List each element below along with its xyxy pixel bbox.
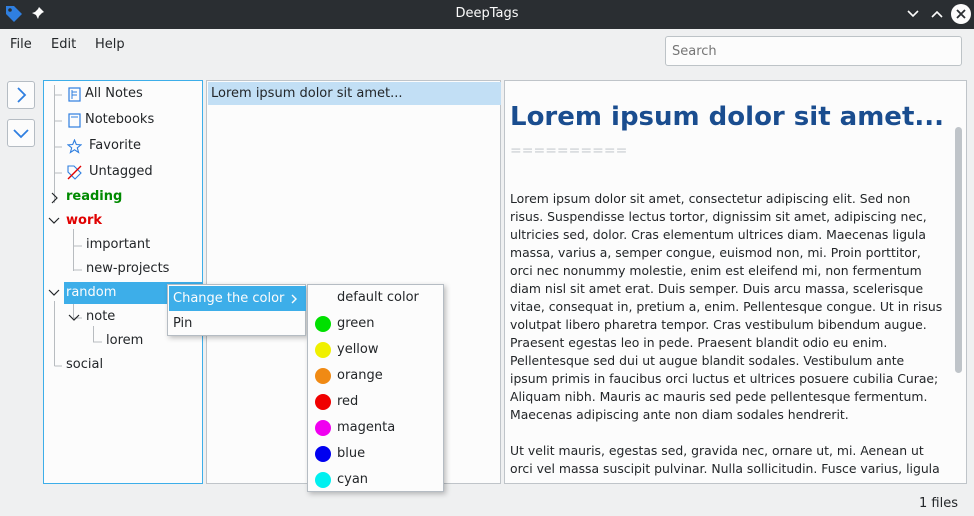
- tree-label: Untagged: [89, 164, 153, 179]
- maximize-icon[interactable]: [928, 5, 946, 23]
- status-file-count: 1 files: [919, 496, 958, 511]
- tree-label: random: [66, 285, 117, 300]
- note-paragraph: Ut velit mauris, egestas sed, gravida ne…: [510, 443, 940, 483]
- close-icon[interactable]: [951, 4, 971, 24]
- color-label: cyan: [337, 472, 369, 487]
- color-yellow-item[interactable]: yellow: [309, 337, 444, 363]
- tree-item-important[interactable]: important: [86, 234, 196, 256]
- tags-tree[interactable]: All Notes Notebooks Favorite Untagged re…: [43, 80, 203, 484]
- star-icon: [67, 139, 82, 154]
- chevron-down-icon: [13, 129, 29, 139]
- tree-item-untagged[interactable]: Untagged: [64, 161, 194, 183]
- notebook-icon: [68, 87, 81, 102]
- note-heading: Lorem ipsum dolor sit amet...: [510, 102, 945, 132]
- tree-label: work: [66, 213, 102, 228]
- tree-item-favorite[interactable]: Favorite: [64, 135, 194, 157]
- color-blue-item[interactable]: blue: [309, 441, 444, 467]
- menu-item-label: Pin: [173, 316, 193, 331]
- tree-item-social[interactable]: social: [66, 354, 196, 376]
- green-dot-icon: [315, 316, 331, 332]
- menu-help[interactable]: Help: [95, 37, 125, 52]
- chevron-right-icon: [17, 87, 27, 103]
- tree-label: lorem: [106, 333, 144, 348]
- color-green-item[interactable]: green: [309, 311, 444, 337]
- magenta-dot-icon: [315, 420, 331, 436]
- tree-label: new-projects: [86, 261, 170, 276]
- cyan-dot-icon: [315, 472, 331, 488]
- color-label: yellow: [337, 342, 379, 357]
- chevron-right-icon: [291, 294, 297, 304]
- menu-edit[interactable]: Edit: [51, 37, 76, 52]
- note-paragraph: Lorem ipsum dolor sit amet, consectetur …: [510, 191, 943, 422]
- blue-dot-icon: [315, 446, 331, 462]
- expand-all-button[interactable]: [7, 81, 35, 109]
- search-input[interactable]: [665, 36, 962, 66]
- color-label: red: [337, 394, 359, 409]
- menu-file[interactable]: File: [10, 37, 32, 52]
- color-label: magenta: [337, 420, 396, 435]
- window-title: DeepTags: [455, 6, 519, 21]
- tree-item-notebooks[interactable]: Notebooks: [64, 109, 194, 131]
- tree-label: social: [66, 357, 104, 372]
- color-label: blue: [337, 446, 366, 461]
- tree-label: Notebooks: [85, 112, 155, 127]
- color-default-item[interactable]: default color: [309, 285, 444, 311]
- tree-item-new-projects[interactable]: new-projects: [86, 258, 196, 280]
- list-item[interactable]: Lorem ipsum dolor sit amet...: [208, 82, 501, 105]
- pin-menu-item[interactable]: Pin: [169, 311, 306, 336]
- context-menu: Change the color Pin: [167, 284, 306, 336]
- title-bar: DeepTags: [0, 0, 974, 29]
- collapse-all-button[interactable]: [7, 119, 35, 147]
- viewer-scrollbar[interactable]: [955, 127, 962, 373]
- tree-item-all-notes[interactable]: All Notes: [64, 83, 194, 105]
- yellow-dot-icon: [315, 342, 331, 358]
- notebooks-icon: [68, 113, 81, 128]
- color-label: green: [337, 316, 375, 331]
- color-red-item[interactable]: red: [309, 389, 444, 415]
- red-dot-icon: [315, 394, 331, 410]
- color-magenta-item[interactable]: magenta: [309, 415, 444, 441]
- tree-item-reading[interactable]: reading: [66, 186, 196, 208]
- color-label: orange: [337, 368, 383, 383]
- change-color-menu-item[interactable]: Change the color: [169, 286, 306, 311]
- tree-label: note: [86, 309, 116, 324]
- tree-label: important: [86, 237, 151, 252]
- menu-item-label: Change the color: [173, 291, 285, 306]
- tree-label: Favorite: [89, 138, 141, 153]
- note-viewer[interactable]: Lorem ipsum dolor sit amet... ==========…: [504, 80, 967, 484]
- color-cyan-item[interactable]: cyan: [309, 467, 444, 493]
- untagged-icon: [67, 165, 82, 180]
- color-orange-item[interactable]: orange: [309, 363, 444, 389]
- tree-label: reading: [66, 189, 123, 204]
- tree-label: All Notes: [85, 86, 143, 101]
- color-label: default color: [337, 290, 419, 305]
- tree-item-work[interactable]: work: [66, 210, 196, 232]
- heading-underline: ==========: [510, 143, 628, 159]
- orange-dot-icon: [315, 368, 331, 384]
- color-submenu: default color green yellow orange red ma…: [307, 284, 444, 492]
- minimize-icon[interactable]: [904, 5, 922, 23]
